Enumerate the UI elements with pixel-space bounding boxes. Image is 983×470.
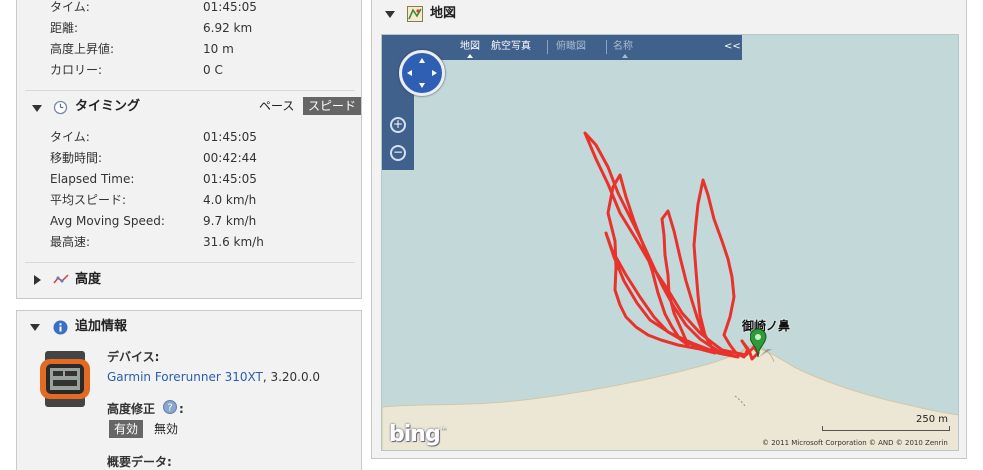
zoom-out-icon[interactable]: −	[390, 145, 406, 161]
watch-device-image	[40, 351, 90, 407]
tab-aerial[interactable]: 航空写真	[491, 41, 531, 53]
pace-toggle[interactable]: ペース	[259, 97, 294, 115]
map-copyright: © 2011 Microsoft Corporation © AND © 201…	[762, 439, 948, 447]
elevation-chart-icon	[53, 274, 69, 284]
end-marker-pin-icon[interactable]	[750, 327, 774, 359]
elevation-correction-on[interactable]: 有効	[109, 420, 144, 438]
labels-dropdown-icon[interactable]	[622, 54, 628, 58]
zoom-in-icon[interactable]: +	[390, 117, 406, 133]
collapse-triangle-icon[interactable]	[385, 11, 395, 18]
tab-road-map[interactable]: 地図	[460, 41, 480, 53]
elapsed-time-value: 01:45:05	[203, 172, 257, 186]
additional-info-panel: 追加情報 デバイス: Garmin Forerunner 310XT, 3.20…	[16, 310, 362, 470]
device-label: デバイス:	[107, 350, 160, 364]
info-icon	[53, 320, 68, 335]
device-version: , 3.20.0.0	[262, 370, 321, 384]
scale-label: 250 m	[916, 414, 949, 425]
map-panel: 地図 地図 航空写真 俯瞰図 名称 << + − 御崎ノ鼻 bing™ 250 …	[371, 0, 967, 459]
avg-moving-speed-value: 9.7 km/h	[203, 214, 257, 228]
collapse-map-controls-button[interactable]: <<	[724, 41, 741, 53]
tab-separator	[547, 40, 548, 54]
elevation-correction-off[interactable]: 無効	[154, 420, 178, 438]
avg-moving-speed-label: Avg Moving Speed:	[50, 214, 165, 228]
summary-distance-label: 距離:	[50, 21, 79, 35]
activity-page: タイム: 01:45:05 距離: 6.92 km 高度上昇値: 10 m カロ…	[0, 0, 983, 470]
collapse-triangle-icon[interactable]	[32, 105, 42, 112]
summary-elev-gain-value: 10 m	[203, 42, 234, 56]
tab-separator	[606, 40, 607, 54]
help-icon[interactable]: ?	[163, 400, 177, 414]
summary-calories-value: 0 C	[203, 63, 223, 77]
expand-triangle-icon[interactable]	[34, 275, 41, 285]
map-title: 地図	[430, 6, 457, 21]
gps-track	[583, 131, 760, 361]
summary-elev-gain-label: 高度上昇値:	[50, 42, 115, 56]
map-view[interactable]: 地図 航空写真 俯瞰図 名称 << + − 御崎ノ鼻 bing™ 250 m ©…	[381, 34, 959, 451]
speed-toggle[interactable]: スピード	[303, 97, 361, 115]
collapse-triangle-icon[interactable]	[30, 324, 40, 331]
max-speed-value: 31.6 km/h	[203, 235, 264, 249]
divider	[25, 90, 355, 91]
pan-arrows-icon	[407, 58, 437, 88]
device-name-link[interactable]: Garmin Forerunner 310XT	[107, 370, 263, 384]
max-speed-label: 最高速:	[50, 235, 91, 249]
colon: :	[179, 402, 184, 416]
pan-control[interactable]	[399, 50, 445, 96]
summary-time-label: タイム:	[50, 0, 90, 14]
stats-panel: タイム: 01:45:05 距離: 6.92 km 高度上昇値: 10 m カロ…	[16, 0, 362, 299]
summary-calories-label: カロリー:	[50, 63, 103, 77]
moving-time-label: 移動時間:	[50, 151, 103, 165]
bing-logo-text: bing	[389, 422, 441, 447]
elapsed-time-label: Elapsed Time:	[50, 172, 135, 186]
map-style-tabs: 地図 航空写真 俯瞰図 名称 <<	[414, 35, 742, 60]
elevation-title[interactable]: 高度	[75, 270, 101, 290]
timing-time-value: 01:45:05	[203, 130, 257, 144]
summary-distance-value: 6.92 km	[203, 21, 253, 35]
avg-speed-value: 4.0 km/h	[203, 193, 257, 207]
avg-speed-label: 平均スピード:	[50, 193, 127, 207]
timing-time-label: タイム:	[50, 130, 90, 144]
divider	[25, 262, 355, 263]
elevation-correction-label: 高度修正	[107, 402, 156, 416]
map-icon	[407, 6, 423, 22]
timing-title: タイミング	[75, 99, 141, 114]
additional-info-title: 追加情報	[75, 319, 128, 334]
summary-time-value: 01:45:05	[203, 0, 257, 14]
tab-birdseye[interactable]: 俯瞰図	[556, 41, 586, 53]
svg-text:?: ?	[167, 403, 172, 414]
active-tab-indicator	[467, 54, 473, 58]
moving-time-value: 00:42:44	[203, 151, 257, 165]
clock-icon	[53, 100, 68, 115]
bing-logo: bing™	[389, 422, 447, 447]
tab-labels[interactable]: 名称	[613, 41, 633, 53]
device-info: Garmin Forerunner 310XT, 3.20.0.0	[107, 369, 320, 385]
summary-data-label: 概要データ:	[107, 455, 172, 469]
scale-bar	[822, 426, 950, 431]
